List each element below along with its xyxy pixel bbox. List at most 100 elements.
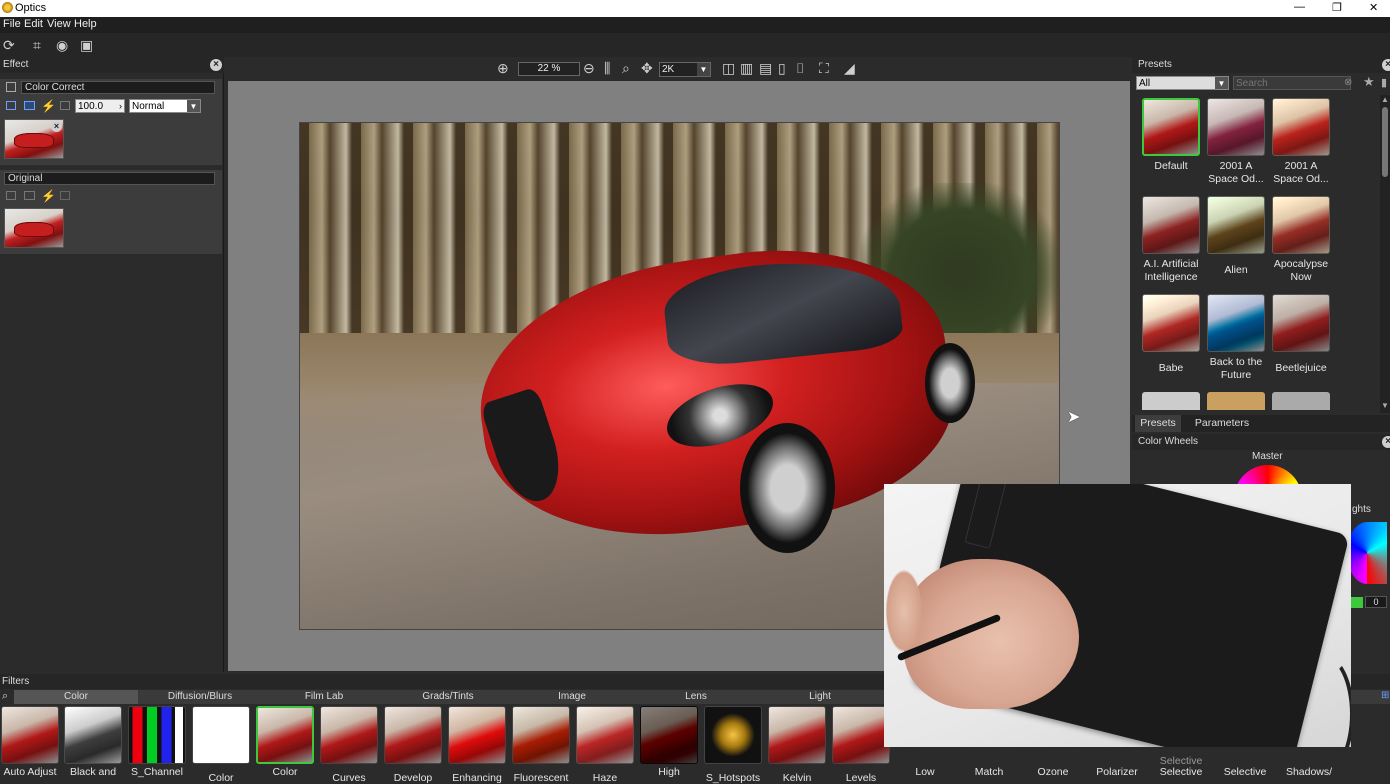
crop-icon[interactable]: ⌗: [33, 37, 41, 53]
close-effect-panel-button[interactable]: ×: [210, 59, 222, 71]
close-presets-panel-button[interactable]: ×: [1382, 59, 1390, 71]
original-layer[interactable]: Original ⚡: [0, 170, 222, 254]
lightning-icon[interactable]: ⚡: [41, 99, 56, 113]
filter-tab-grads-tints[interactable]: Grads/Tints: [386, 690, 510, 704]
preset-ai-artificial-intelligence[interactable]: A.I. Artificial Intelligence: [1141, 196, 1201, 284]
filter-color-1[interactable]: Color: [191, 706, 251, 784]
fullscreen-icon[interactable]: ⛶: [819, 60, 829, 76]
camera-icon[interactable]: ⌷: [796, 60, 804, 76]
color-correct-layer[interactable]: Color Correct ⚡ 100.0 › Normal ▼ ×: [0, 79, 222, 165]
opacity-field[interactable]: 100.0 ›: [75, 99, 125, 113]
minimize-button[interactable]: —: [1294, 1, 1305, 13]
expand-filters-icon[interactable]: ⊞: [1381, 690, 1389, 701]
filter-label-polarizer[interactable]: Polarizer: [1087, 766, 1147, 778]
filter-tab-lens[interactable]: Lens: [634, 690, 758, 704]
filter-label-shadows[interactable]: Shadows/: [1279, 766, 1339, 778]
preset-2001-a-space-odyssey-2[interactable]: 2001 A Space Od...: [1271, 98, 1331, 186]
presets-scrollbar[interactable]: ▲ ▼: [1380, 95, 1390, 413]
highlights-value-field[interactable]: 0: [1365, 596, 1387, 608]
preset-category-select[interactable]: All ▼: [1136, 76, 1229, 90]
edit-icon[interactable]: [6, 101, 16, 110]
filter-tab-film-lab[interactable]: Film Lab: [262, 690, 386, 704]
filter-s-channel[interactable]: S_Channel: [127, 706, 187, 781]
filter-black-and-white[interactable]: Black and: [63, 706, 123, 781]
remove-layer-button[interactable]: ×: [51, 121, 62, 132]
filter-label-ozone[interactable]: Ozone: [1023, 766, 1083, 778]
filter-high[interactable]: High: [639, 706, 699, 781]
side-by-side-icon[interactable]: ▥: [740, 60, 753, 76]
filter-tab-diffusion-blurs[interactable]: Diffusion/Blurs: [138, 690, 262, 704]
magnifier-icon[interactable]: ⌕: [622, 60, 630, 76]
preset-babe[interactable]: Babe: [1141, 294, 1201, 375]
filter-tab-label: Lens: [685, 691, 707, 702]
filter-auto-adjust[interactable]: Auto Adjust: [0, 706, 60, 781]
menu-file[interactable]: File: [3, 18, 21, 30]
filter-haze[interactable]: Haze: [575, 706, 635, 784]
highlights-color-wheel[interactable]: [1347, 522, 1387, 584]
original-thumbnail[interactable]: [4, 208, 64, 248]
menu-edit[interactable]: Edit: [24, 18, 43, 30]
preset-2001-a-space-odyssey-1[interactable]: 2001 A Space Od...: [1206, 98, 1266, 186]
filter-label-selective-2[interactable]: Selective: [1215, 766, 1275, 778]
tablet-buttons: [964, 484, 1007, 549]
filter-label-low[interactable]: Low: [895, 766, 955, 778]
stacked-view-icon[interactable]: ▤: [759, 60, 772, 76]
scroll-down-icon[interactable]: ▼: [1381, 401, 1389, 410]
favorite-star-icon[interactable]: ★: [1363, 74, 1375, 90]
blend-mode-select[interactable]: Normal ▼: [129, 99, 201, 113]
scroll-up-icon[interactable]: ▲: [1381, 95, 1389, 104]
split-view-icon[interactable]: ◫: [722, 60, 735, 76]
menu-help[interactable]: Help: [74, 18, 97, 30]
preset-beetlejuice[interactable]: Beetlejuice: [1271, 294, 1331, 375]
target-icon[interactable]: ◉: [56, 37, 68, 53]
filter-thumbnail: [1, 706, 59, 764]
filter-fluorescent[interactable]: Fluorescent: [511, 706, 571, 784]
single-view-icon[interactable]: ▯: [778, 60, 786, 76]
filter-curves[interactable]: Curves: [319, 706, 379, 784]
preset-default[interactable]: Default: [1141, 98, 1201, 173]
resolution-select[interactable]: 2K ▼: [659, 62, 711, 77]
filter-s-hotspots[interactable]: S_Hotspots: [703, 706, 763, 784]
tab-parameters[interactable]: Parameters: [1187, 415, 1257, 432]
filter-tab-label: Diffusion/Blurs: [167, 691, 233, 702]
filter-tab-color[interactable]: Color: [14, 690, 138, 704]
filter-label-match[interactable]: Match: [959, 766, 1019, 778]
clear-search-icon[interactable]: ⊗: [1344, 77, 1352, 88]
filter-kelvin[interactable]: Kelvin: [767, 706, 827, 784]
layer-settings-icon[interactable]: [6, 82, 16, 92]
mask-icon[interactable]: [60, 101, 70, 110]
preset-alien[interactable]: Alien: [1206, 196, 1266, 277]
preset-label-line2: Now: [1290, 271, 1312, 283]
zoom-in-icon[interactable]: ⊕: [497, 60, 509, 76]
filter-color-2[interactable]: Color: [255, 706, 315, 781]
refresh-icon[interactable]: ⟳: [3, 37, 15, 53]
filter-search-icon[interactable]: ⌕: [2, 690, 8, 703]
app-logo-icon: [2, 2, 13, 13]
preset-apocalypse-now[interactable]: Apocalypse Now: [1271, 196, 1331, 284]
close-color-wheels-button[interactable]: ×: [1382, 436, 1390, 448]
menu-view[interactable]: View: [47, 18, 71, 30]
fit-icon[interactable]: ⫼: [604, 60, 610, 76]
close-window-button[interactable]: ✕: [1369, 1, 1378, 14]
frame-icon[interactable]: ▣: [80, 37, 93, 53]
zoom-field[interactable]: 22 %: [518, 62, 580, 76]
preset-back-to-the-future[interactable]: Back to the Future: [1206, 294, 1266, 382]
zoom-out-icon[interactable]: ⊖: [583, 60, 595, 76]
restore-button[interactable]: ❐: [1332, 1, 1342, 14]
layer-name-bar[interactable]: Color Correct: [21, 81, 215, 94]
delete-preset-icon[interactable]: ▮: [1381, 76, 1387, 89]
preset-search-input[interactable]: [1233, 76, 1351, 90]
pan-icon[interactable]: ✥: [641, 60, 653, 76]
filter-tab-light[interactable]: Light: [758, 690, 882, 704]
scrollbar-thumb[interactable]: [1382, 107, 1388, 177]
monitor-icon[interactable]: [24, 101, 35, 110]
filter-tab-image[interactable]: Image: [510, 690, 634, 704]
filter-levels[interactable]: Levels: [831, 706, 891, 784]
tab-presets[interactable]: Presets: [1135, 415, 1181, 432]
filter-enhancing[interactable]: Enhancing: [447, 706, 507, 784]
filter-thumbnail: [448, 706, 506, 764]
filter-develop[interactable]: Develop: [383, 706, 443, 784]
histogram-icon[interactable]: ◢: [844, 60, 855, 76]
master-label: Master: [1252, 451, 1283, 462]
filter-label-selective-1[interactable]: Selective Selective: [1151, 756, 1211, 778]
